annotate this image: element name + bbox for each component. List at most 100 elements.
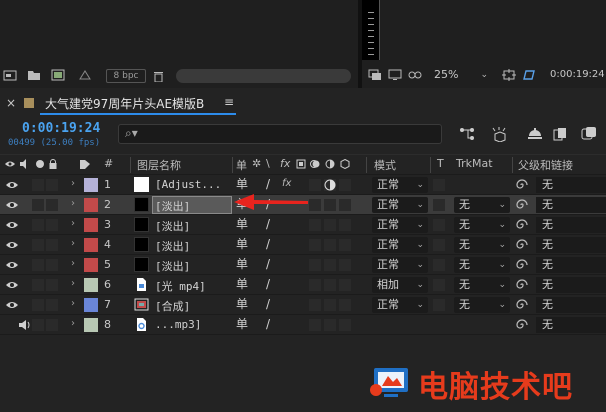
quality-icon[interactable]: / xyxy=(266,298,270,312)
current-time-display[interactable]: 0:00:19:24 xyxy=(22,121,100,136)
layer-search-input[interactable]: ⌕▾ xyxy=(118,124,442,144)
layer-name[interactable]: [淡出] xyxy=(155,218,190,233)
column-parent[interactable]: 父级和链接 xyxy=(518,157,573,173)
solo-toggle[interactable] xyxy=(32,179,44,191)
trkmat-dropdown[interactable]: 无 ⌄ xyxy=(454,277,510,293)
quality-icon[interactable]: / xyxy=(266,178,270,192)
trkmat-dropdown[interactable]: 无 ⌄ xyxy=(454,297,510,313)
fx-icon[interactable]: fx xyxy=(282,178,291,192)
layer-row[interactable]: › 7 [合成] 单 / 正常 ⌄ 无 ⌄ 无 xyxy=(0,294,606,314)
lock-toggle[interactable] xyxy=(46,239,58,251)
chevron-right-icon[interactable]: › xyxy=(71,318,75,332)
column-layer-name[interactable]: 图层名称 xyxy=(137,157,181,173)
lock-toggle[interactable] xyxy=(46,179,58,191)
solo-toggle[interactable] xyxy=(32,319,44,331)
pickwhip-icon[interactable] xyxy=(516,259,528,271)
comp-flowchart-icon[interactable] xyxy=(458,126,476,142)
quality-icon[interactable]: / xyxy=(266,318,270,332)
solo-toggle[interactable] xyxy=(32,239,44,251)
blend-mode-dropdown[interactable]: 相加 ⌄ xyxy=(372,277,428,293)
fx-icon[interactable]: fx xyxy=(280,157,290,170)
motion-blur-toggle[interactable] xyxy=(309,259,321,271)
motion-blur-toggle[interactable] xyxy=(309,279,321,291)
3d-layer-toggle[interactable] xyxy=(339,179,351,191)
chevron-right-icon[interactable]: › xyxy=(71,178,75,192)
3d-layer-toggle[interactable] xyxy=(339,319,351,331)
shy-icon[interactable]: 单 xyxy=(236,157,247,173)
label-color-swatch[interactable] xyxy=(84,218,98,232)
quality-icon[interactable]: / xyxy=(266,218,270,232)
shy-icon[interactable]: 单 xyxy=(236,178,248,192)
trkmat-dropdown[interactable]: 无 ⌄ xyxy=(454,197,510,213)
layer-name[interactable]: [淡出] xyxy=(155,258,190,273)
pickwhip-icon[interactable] xyxy=(516,239,528,251)
3d-layer-toggle[interactable] xyxy=(339,299,351,311)
pickwhip-icon[interactable] xyxy=(516,279,528,291)
chevron-right-icon[interactable]: › xyxy=(71,198,75,212)
label-color-swatch[interactable] xyxy=(84,298,98,312)
motion-blur-toggle-icon[interactable] xyxy=(580,126,598,142)
3d-icon[interactable] xyxy=(340,159,350,169)
label-color-swatch[interactable] xyxy=(84,258,98,272)
eye-icon[interactable] xyxy=(5,259,19,271)
shy-icon[interactable]: 单 xyxy=(236,278,248,292)
quality-icon[interactable]: / xyxy=(266,278,270,292)
parent-dropdown[interactable]: 无 xyxy=(536,177,606,193)
blend-mode-dropdown[interactable]: 正常 ⌄ xyxy=(372,197,428,213)
preserve-transparency-toggle[interactable] xyxy=(433,299,445,311)
trash-icon[interactable] xyxy=(153,70,164,82)
project-settings-icon[interactable] xyxy=(78,69,92,81)
solo-toggle[interactable] xyxy=(32,199,44,211)
region-of-interest-icon[interactable] xyxy=(502,69,516,81)
chevron-right-icon[interactable]: › xyxy=(71,298,75,312)
label-color-swatch[interactable] xyxy=(84,178,98,192)
preserve-transparency-toggle[interactable] xyxy=(433,219,445,231)
collapse-icon[interactable]: ✲ xyxy=(252,157,261,170)
lock-toggle[interactable] xyxy=(46,199,58,211)
bit-depth-button[interactable]: 8 bpc xyxy=(106,69,146,83)
viewer-timecode[interactable]: 0:00:19:24 xyxy=(550,67,605,83)
3d-layer-toggle[interactable] xyxy=(339,219,351,231)
adjustment-icon[interactable] xyxy=(325,159,335,169)
always-preview-icon[interactable] xyxy=(368,69,382,81)
eye-icon[interactable] xyxy=(5,299,19,311)
label-tag-icon[interactable] xyxy=(80,159,90,169)
adjustment-icon[interactable] xyxy=(324,179,336,191)
pickwhip-icon[interactable] xyxy=(516,199,528,211)
preserve-transparency-toggle[interactable] xyxy=(433,259,445,271)
adjustment-toggle[interactable] xyxy=(324,259,336,271)
layer-name[interactable]: [合成] xyxy=(155,298,190,313)
3d-layer-toggle[interactable] xyxy=(339,259,351,271)
close-icon[interactable]: × xyxy=(6,96,16,110)
solo-toggle[interactable] xyxy=(32,259,44,271)
motion-blur-toggle[interactable] xyxy=(309,299,321,311)
layer-row[interactable]: › 5 [淡出] 单 / 正常 ⌄ 无 ⌄ 无 xyxy=(0,254,606,274)
label-color-swatch[interactable] xyxy=(84,238,98,252)
parent-dropdown[interactable]: 无 xyxy=(536,197,606,213)
eye-icon[interactable] xyxy=(5,199,19,211)
frame-blending-icon[interactable] xyxy=(552,126,570,142)
adjustment-toggle[interactable] xyxy=(324,279,336,291)
column-number[interactable]: # xyxy=(104,157,113,170)
mask-visibility-icon[interactable] xyxy=(408,69,422,81)
layer-row[interactable]: › 8 ...mp3] 单 / 无 xyxy=(0,314,606,334)
lock-icon[interactable] xyxy=(48,159,58,169)
eye-icon[interactable] xyxy=(5,159,15,169)
lock-toggle[interactable] xyxy=(46,299,58,311)
preserve-transparency-toggle[interactable] xyxy=(433,279,445,291)
lock-toggle[interactable] xyxy=(46,319,58,331)
label-color-swatch[interactable] xyxy=(84,198,98,212)
layer-row[interactable]: › 6 [光 mp4] 单 / 相加 ⌄ 无 ⌄ 无 xyxy=(0,274,606,294)
horizontal-scrollbar[interactable] xyxy=(176,69,351,83)
motion-blur-toggle[interactable] xyxy=(309,219,321,231)
motion-blur-toggle[interactable] xyxy=(309,179,321,191)
parent-dropdown[interactable]: 无 xyxy=(536,217,606,233)
blend-mode-dropdown[interactable]: 正常 ⌄ xyxy=(372,297,428,313)
layer-row[interactable]: › 3 [淡出] 单 / 正常 ⌄ 无 ⌄ 无 xyxy=(0,214,606,234)
chevron-right-icon[interactable]: › xyxy=(71,218,75,232)
layer-name[interactable]: [淡出] xyxy=(155,238,190,253)
trkmat-dropdown[interactable]: 无 ⌄ xyxy=(454,257,510,273)
pickwhip-icon[interactable] xyxy=(516,299,528,311)
blend-mode-dropdown[interactable]: 正常 ⌄ xyxy=(372,237,428,253)
label-color-swatch[interactable] xyxy=(84,278,98,292)
